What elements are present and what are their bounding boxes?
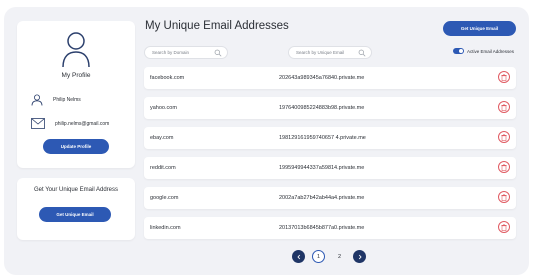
trash-icon [501, 133, 507, 141]
active-emails-toggle-group: Active Email Addresses [453, 48, 514, 54]
chevron-left-icon [296, 254, 300, 259]
delete-button[interactable] [498, 191, 510, 203]
update-profile-button[interactable]: Update Profile [43, 139, 109, 154]
profile-email: philip.nelms@gmail.com [55, 120, 110, 127]
email-row: yahoo.com 1976400985224883b98.private.me [144, 97, 516, 119]
profile-name: Philip Nelms [53, 97, 81, 103]
email-row: reddit.com 1995949944337a59814.private.m… [144, 157, 516, 179]
profile-card: My Profile Philip Nelms philip.nelms@gma… [17, 21, 135, 168]
search-icon[interactable] [214, 49, 222, 57]
active-emails-toggle-label: Active Email Addresses [467, 48, 515, 54]
envelope-icon [31, 118, 45, 129]
profile-name-row: Philip Nelms [31, 94, 81, 106]
page-button-2[interactable]: 2 [333, 250, 346, 263]
pagination: 1 2 [292, 250, 366, 263]
delete-button[interactable] [498, 161, 510, 173]
row-unique-email: 202643a989345a76840.private.me [279, 75, 365, 81]
row-unique-email: 198129161959740657 4.private.me [279, 135, 366, 141]
previous-page-button[interactable] [292, 250, 305, 263]
profile-email-row: philip.nelms@gmail.com [31, 118, 109, 129]
page-title: My Unique Email Addresses [145, 20, 289, 32]
row-domain: yahoo.com [150, 105, 177, 111]
search-domain-field[interactable] [144, 46, 228, 59]
row-unique-email: 20137013b6845b877a0.private.me [279, 225, 365, 231]
next-page-button[interactable] [353, 250, 366, 263]
active-emails-toggle[interactable] [453, 48, 464, 54]
email-row: google.com 2002a7ab27b42ab44a4.private.m… [144, 187, 516, 209]
person-icon [31, 94, 43, 106]
row-unique-email: 1995949944337a59814.private.me [279, 165, 365, 171]
trash-icon [501, 163, 507, 171]
search-icon[interactable] [358, 49, 366, 57]
get-unique-email-card: Get Your Unique Email Address Get Unique… [17, 178, 135, 240]
trash-icon [501, 223, 507, 231]
row-unique-email: 2002a7ab27b42ab44a4.private.me [279, 195, 365, 201]
trash-icon [501, 103, 507, 111]
email-row: facebook.com 202643a989345a76840.private… [144, 67, 516, 89]
row-domain: facebook.com [150, 75, 185, 81]
search-email-field[interactable] [288, 46, 372, 59]
profile-title: My Profile [61, 72, 91, 79]
row-domain: ebay.com [150, 135, 174, 141]
email-row: linkedin.com 20137013b6845b877a0.private… [144, 217, 516, 239]
get-unique-email-top-button[interactable]: Get Unique Email [443, 21, 516, 36]
row-unique-email: 1976400985224883b98.private.me [279, 105, 365, 111]
row-domain: linkedin.com [150, 225, 181, 231]
trash-icon [501, 73, 507, 81]
get-unique-email-button[interactable]: Get Unique Email [39, 207, 111, 222]
email-row: ebay.com 198129161959740657 4.private.me [144, 127, 516, 149]
row-domain: google.com [150, 195, 179, 201]
user-avatar-icon [62, 32, 90, 68]
row-domain: reddit.com [150, 165, 176, 171]
trash-icon [501, 193, 507, 201]
delete-button[interactable] [498, 221, 510, 233]
delete-button[interactable] [498, 71, 510, 83]
unique-card-title: Get Your Unique Email Address [33, 187, 119, 193]
page-button-1[interactable]: 1 [312, 250, 325, 263]
chevron-right-icon [358, 254, 362, 259]
delete-button[interactable] [498, 131, 510, 143]
delete-button[interactable] [498, 101, 510, 113]
